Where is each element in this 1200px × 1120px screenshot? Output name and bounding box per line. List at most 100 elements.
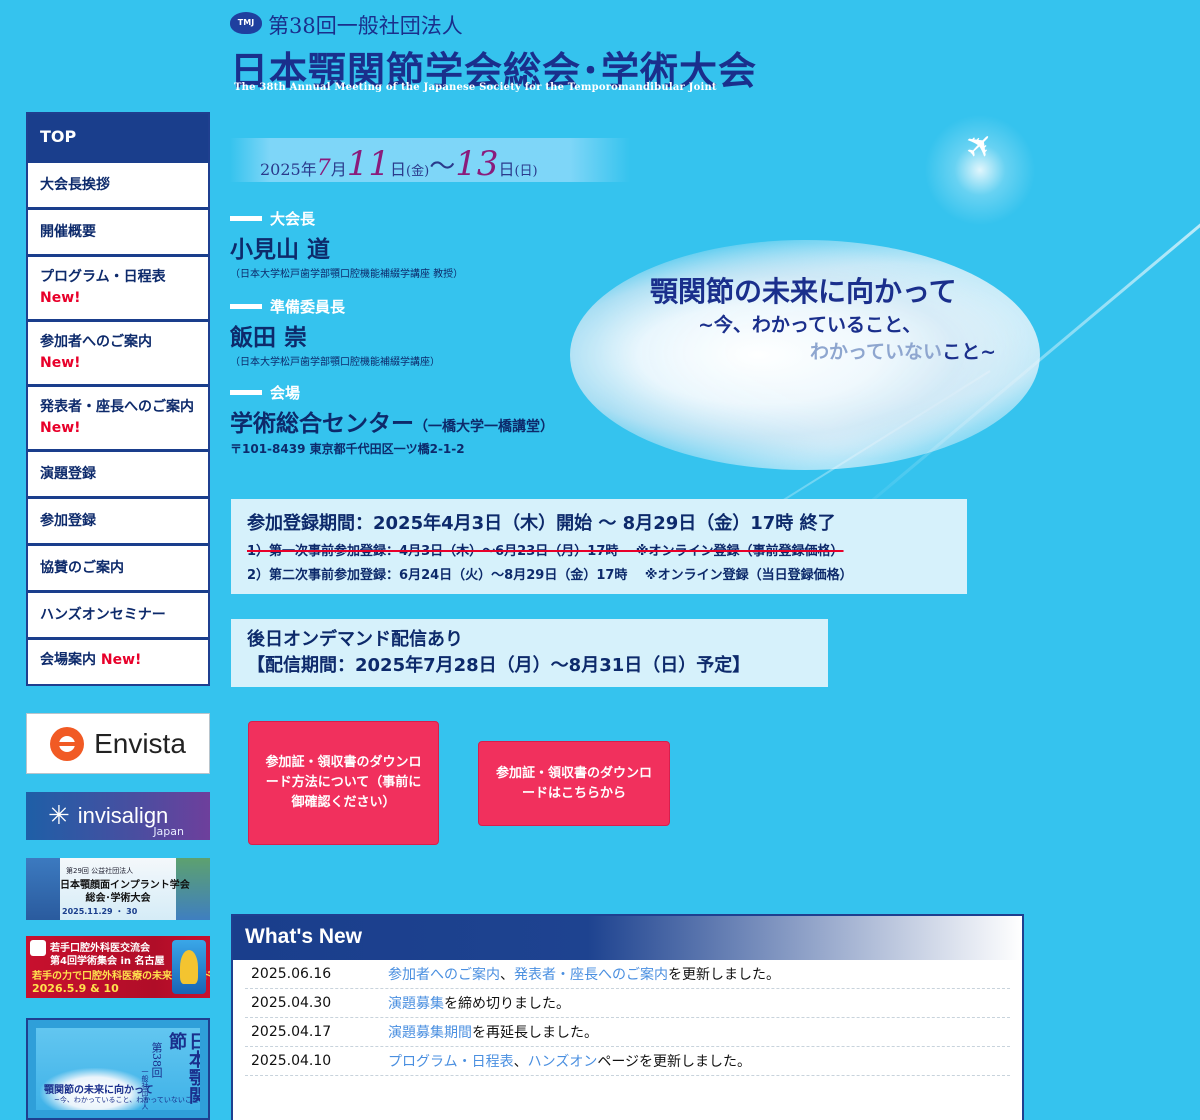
- nav-item-sponsors[interactable]: 協賛のご案内: [28, 543, 208, 590]
- news-text: を締め切りました。: [444, 996, 570, 1012]
- slogan-sub2-fade: わかっていない: [810, 341, 943, 363]
- news-link[interactable]: 参加者へのご案内: [388, 967, 500, 983]
- implant-society-banner[interactable]: 第29回 公益社団法人 日本顎顔面インプラント学会 総会･学術大会 2025.1…: [26, 858, 210, 920]
- header-english-title: The 38th Annual Meeting of the Japanese …: [234, 82, 717, 93]
- news-row: 2025.04.30 演題募集を締め切りました。: [245, 989, 1010, 1018]
- on-demand-box: 後日オンデマンド配信あり 【配信期間：2025年7月28日（月）～8月31日（日…: [231, 619, 828, 687]
- young-banner-line2: 第4回学術集会 in 名古屋: [50, 956, 165, 967]
- date-tilde: ～: [429, 152, 456, 182]
- envista-label: Envista: [94, 727, 186, 759]
- news-link[interactable]: 演題募集: [388, 996, 444, 1012]
- nav-item-venue[interactable]: 会場案内 New!: [28, 637, 208, 684]
- registration-title: 参加登録期間：2025年4月3日（木）開始 〜 8月29日（金）17時 終了: [247, 513, 836, 534]
- slogan: 顎関節の未来に向かって ~今、わかっていること、 わかっていないこと~: [650, 270, 1030, 364]
- event-date: 2025年7月11日(金)～13日(日): [260, 144, 538, 184]
- prep-name: 飯田 崇: [230, 325, 308, 351]
- news-date: 2025.04.17: [251, 1024, 332, 1040]
- nav-item-greeting[interactable]: 大会長挨拶: [28, 160, 208, 207]
- prep-label: 準備委員長: [270, 298, 346, 316]
- whats-new-panel: What's New 2025.06.16 参加者へのご案内、発表者・座長へのご…: [231, 914, 1024, 1120]
- new-badge: New!: [40, 420, 81, 436]
- news-text: を再延長しました。: [472, 1025, 598, 1041]
- golden-shachi-image: [172, 940, 206, 994]
- date-month-unit: 月: [330, 160, 347, 179]
- registration-second-period: 2）第二次事前参加登録：6月24日（火）～8月29日（金）17時 ※オンライン登…: [247, 568, 853, 583]
- label-bar: [230, 390, 262, 395]
- invisalign-banner[interactable]: ✳ invisalign Japan: [26, 792, 210, 840]
- news-body: プログラム・日程表、ハンズオンページを更新しました。: [388, 1051, 751, 1071]
- hero: ✈ 2025年7月11日(金)～13日(日) 大会長 小見山 道 （日本大学松戸…: [230, 100, 1200, 595]
- president-label: 大会長: [270, 210, 316, 228]
- registration-first-period: 1）第一次事前参加登録：4月3日（木）～6月23日（月）17時 ※オンライン登録…: [247, 544, 844, 559]
- nav-item-label: 発表者・座長へのご案内: [40, 399, 194, 415]
- news-date: 2025.06.16: [251, 966, 332, 982]
- nav-item-participants[interactable]: 参加者へのご案内 New!: [28, 319, 208, 384]
- implant-banner-date: 2025.11.29 ・ 30: [62, 907, 138, 916]
- nav-item-overview[interactable]: 開催概要: [28, 207, 208, 254]
- news-date: 2025.04.10: [251, 1053, 332, 1069]
- poster-title: 日本顎関節: [166, 1032, 200, 1104]
- president-name: 小見山 道: [230, 237, 331, 263]
- news-separator: 、: [500, 967, 514, 983]
- venue-address: 〒101-8439 東京都千代田区一ツ橋2-1-2: [230, 442, 465, 456]
- poster-edition: 第38回: [150, 1042, 163, 1078]
- whats-new-title: What's New: [233, 916, 1022, 960]
- date-year-unit: 年: [300, 160, 317, 179]
- nav-item-presenters[interactable]: 発表者・座長へのご案内 New!: [28, 384, 208, 449]
- news-link[interactable]: 発表者・座長へのご案内: [514, 967, 668, 983]
- label-bar: [230, 216, 262, 221]
- invisalign-logo-icon: ✳: [48, 801, 70, 831]
- nav-item-top[interactable]: TOP: [28, 114, 208, 160]
- download-howto-button[interactable]: 参加証・領収書のダウンロード方法について（事前に御確認ください）: [248, 721, 439, 845]
- nav-item-label: 大会長挨拶: [40, 176, 110, 193]
- tmj-logo-icon[interactable]: TMJ: [230, 12, 262, 34]
- invisalign-sublabel: Japan: [153, 825, 184, 838]
- nav-item-registration[interactable]: 参加登録: [28, 496, 208, 543]
- news-body: 参加者へのご案内、発表者・座長へのご案内を更新しました。: [388, 964, 780, 984]
- venue-label-row: 会場: [230, 382, 554, 403]
- certificate-download-button[interactable]: 参加証・領収書のダウンロードはこちらから: [478, 741, 670, 826]
- news-body: 演題募集を締め切りました。: [388, 993, 570, 1013]
- label-bar: [230, 304, 262, 309]
- new-badge: New!: [40, 355, 81, 371]
- date-day-unit: 日: [390, 160, 407, 179]
- invisalign-label: invisalign: [77, 803, 169, 828]
- date-day-start: 11: [346, 144, 391, 184]
- venue-block: 会場 学術総合センター（一橋大学一橋講堂） 〒101-8439 東京都千代田区一…: [230, 382, 554, 457]
- news-link[interactable]: ハンズオン: [528, 1054, 598, 1070]
- date-year: 2025: [260, 160, 301, 179]
- prep-chair-block: 準備委員長 飯田 崇 （日本大学松戸歯学部顎口腔機能補綴学講座）: [230, 296, 440, 368]
- nav-item-label: 参加者へのご案内: [40, 334, 152, 350]
- prep-label-row: 準備委員長: [230, 296, 440, 317]
- on-demand-title: 後日オンデマンド配信あり: [247, 629, 463, 650]
- envista-banner[interactable]: Envista: [26, 713, 210, 774]
- nav-item-label: 協賛のご案内: [40, 559, 124, 576]
- date-month: 7: [316, 156, 331, 181]
- implant-banner-line1: 第29回 公益社団法人: [66, 867, 134, 875]
- envista-logo-icon: [50, 726, 85, 761]
- poster-slogan: 顎関節の未来に向かって: [44, 1085, 154, 1096]
- news-row: 2025.04.10 プログラム・日程表、ハンズオンページを更新しました。: [245, 1047, 1010, 1076]
- nav-item-label: ハンズオンセミナー: [40, 606, 166, 623]
- slogan-sub2: わかっていないこと~: [810, 337, 1030, 364]
- header-subtitle: 第38回一般社団法人: [268, 14, 463, 38]
- nav-item-hands-on[interactable]: ハンズオンセミナー: [28, 590, 208, 637]
- news-text: ページを更新しました。: [597, 1054, 752, 1070]
- nav-item-abstract[interactable]: 演題登録: [28, 449, 208, 496]
- slogan-sub1: ~今、わかっていること、: [698, 314, 922, 336]
- nav-item-label: 演題登録: [40, 465, 96, 482]
- venue-name: 学術総合センター: [230, 411, 414, 437]
- news-link[interactable]: 演題募集期間: [388, 1025, 472, 1041]
- young-surgeons-banner[interactable]: 若手口腔外科医交流会 第4回学術集会 in 名古屋 若手の力で口腔外科医療の未来…: [26, 936, 210, 998]
- registration-period-box: 参加登録期間：2025年4月3日（木）開始 〜 8月29日（金）17時 終了 1…: [231, 499, 967, 594]
- implant-banner-line3: 総会･学術大会: [85, 893, 151, 904]
- new-badge: New!: [40, 290, 81, 306]
- president-label-row: 大会長: [230, 208, 463, 229]
- poster-banner[interactable]: 顎関節の未来に向かって ~今、わかっていること、わかっていないこと~ 一般社団法…: [26, 1018, 210, 1120]
- slogan-main: 顎関節の未来に向かって: [650, 275, 957, 308]
- nav-item-program[interactable]: プログラム・日程表 New!: [28, 254, 208, 319]
- nav-item-label: 会場案内: [40, 652, 96, 668]
- news-date: 2025.04.30: [251, 995, 332, 1011]
- news-row: 2025.04.17 演題募集期間を再延長しました。: [245, 1018, 1010, 1047]
- news-link[interactable]: プログラム・日程表: [388, 1054, 514, 1070]
